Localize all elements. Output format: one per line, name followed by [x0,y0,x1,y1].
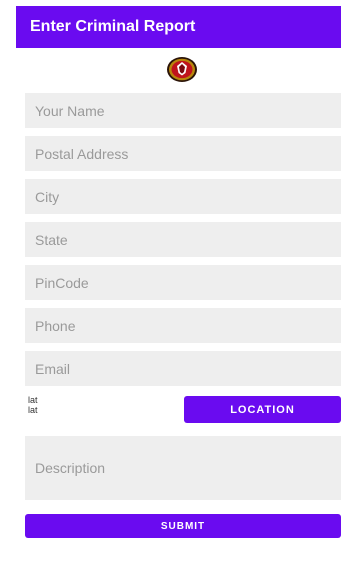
name-placeholder: Your Name [35,102,105,119]
lat-lng-readout: lat lat [28,395,38,415]
submit-button-label: SUBMIT [160,520,206,532]
latitude-label: lat [28,395,38,405]
postal-address-placeholder: Postal Address [35,145,129,162]
state-field[interactable]: State [25,222,341,257]
location-button[interactable]: LOCATION [184,396,341,423]
state-placeholder: State [35,231,68,248]
phone-placeholder: Phone [35,317,76,334]
pincode-field[interactable]: PinCode [25,265,341,300]
email-field[interactable]: Email [25,351,341,386]
location-button-label: LOCATION [230,403,295,416]
name-field[interactable]: Your Name [25,93,341,128]
submit-button[interactable]: SUBMIT [25,514,341,538]
pincode-placeholder: PinCode [35,274,89,291]
postal-address-field[interactable]: Postal Address [25,136,341,171]
description-field[interactable]: Description [25,436,341,500]
page-title: Enter Criminal Report [30,18,196,35]
police-emblem-icon [166,56,198,83]
description-placeholder: Description [35,460,106,476]
email-placeholder: Email [35,360,71,377]
city-placeholder: City [35,188,60,205]
longitude-label: lat [28,405,38,415]
city-field[interactable]: City [25,179,341,214]
phone-field[interactable]: Phone [25,308,341,343]
app-bar: Enter Criminal Report [16,6,341,48]
